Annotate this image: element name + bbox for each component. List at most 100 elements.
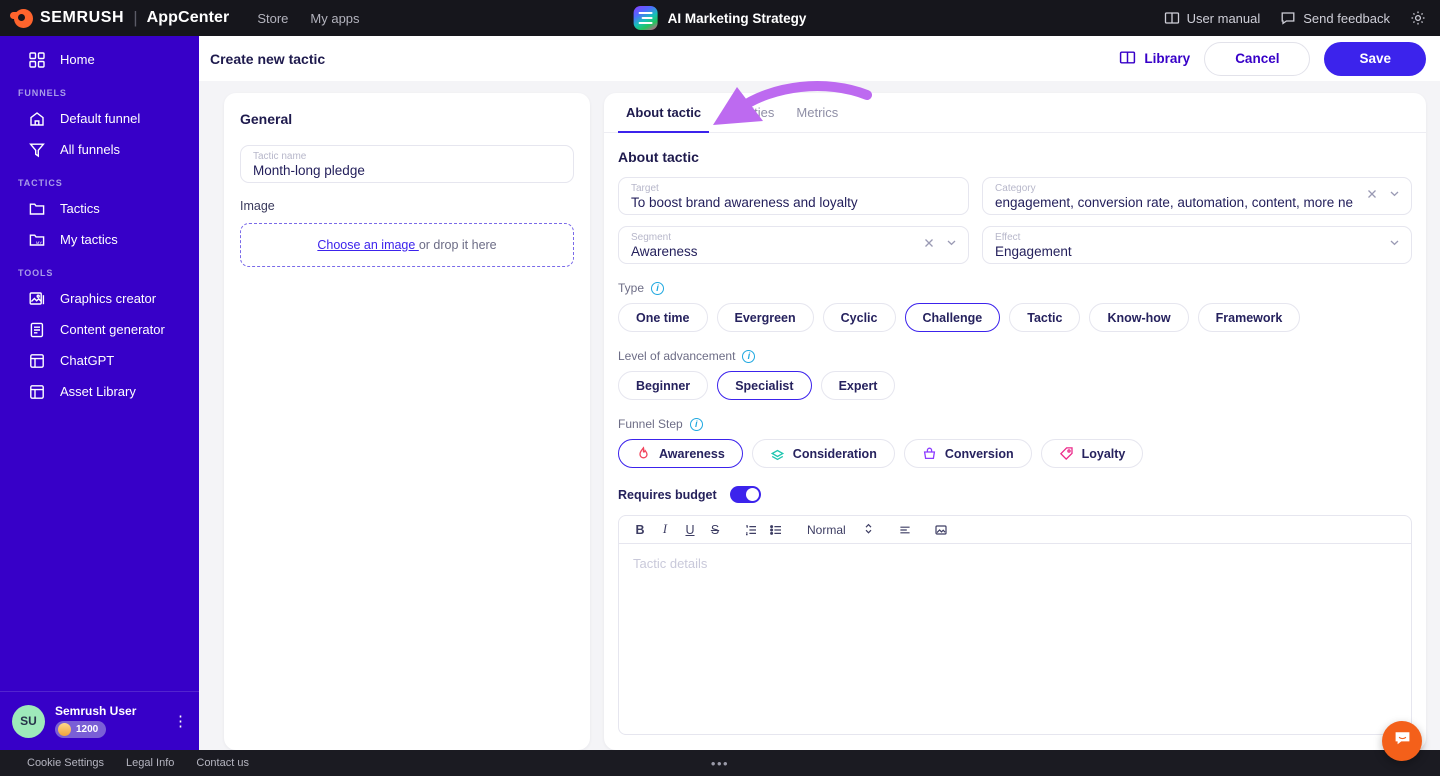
clear-icon[interactable] [923,236,935,254]
about-tactic-panel: About tactic Target To boost brand aware… [604,133,1426,750]
type-option-cyclic[interactable]: Cyclic [823,303,896,332]
info-icon[interactable]: i [742,350,755,363]
type-label: Type [618,281,644,295]
format-select[interactable]: Normal [801,522,880,538]
info-icon[interactable]: i [651,282,664,295]
gear-icon [1410,10,1426,26]
library-button[interactable]: Library [1119,49,1190,69]
target-input[interactable]: Target To boost brand awareness and loya… [618,177,969,215]
sidebar-user-panel[interactable]: SU Semrush User 1200 ⋮ [0,691,199,750]
chevron-down-icon[interactable] [945,236,958,254]
footer-link-cookie-settings[interactable]: Cookie Settings [27,757,104,769]
type-option-know-how[interactable]: Know-how [1089,303,1188,332]
credits-badge[interactable]: 1200 [55,721,106,738]
chevron-down-icon[interactable] [1388,236,1401,254]
sidebar-item-tactics[interactable]: Tactics [0,193,199,224]
bold-button[interactable]: B [629,519,651,541]
strikethrough-button[interactable]: S [704,519,726,541]
image-dropzone[interactable]: Choose an image or drop it here [240,223,574,267]
tab-metrics[interactable]: Metrics [788,93,846,133]
funnel-step-option-awareness[interactable]: Awareness [618,439,743,468]
bullet-list-icon[interactable] [765,519,787,541]
footer-link-contact-us[interactable]: Contact us [196,757,249,769]
type-option-one-time[interactable]: One time [618,303,708,332]
funnel-step-option-loyalty[interactable]: Loyalty [1041,439,1144,468]
tactic-details-textarea[interactable]: Tactic details [619,544,1411,734]
settings-button[interactable] [1410,10,1426,26]
level-option-specialist[interactable]: Specialist [717,371,811,400]
sidebar-item-asset-library[interactable]: Asset Library [0,376,199,407]
footer-link-legal-info[interactable]: Legal Info [126,757,174,769]
ordered-list-icon[interactable] [740,519,762,541]
sidebar-item-home[interactable]: Home [0,44,199,75]
sidebar-group-tactics: TACTICS [0,165,199,193]
effect-select[interactable]: Effect Engagement [982,226,1412,264]
category-select[interactable]: Category engagement, conversion rate, au… [982,177,1412,215]
sidebar-item-chatgpt[interactable]: ChatGPT [0,345,199,376]
funnel-step-label-text: Awareness [659,447,725,461]
category-label: Category [995,183,1353,194]
support-chat-button[interactable] [1382,721,1422,761]
segment-field-icons [923,236,958,254]
funnel-step-option-consideration[interactable]: Consideration [752,439,895,468]
sidebar: Home FUNNELS Default funnel All funnels [0,36,199,750]
type-option-tactic[interactable]: Tactic [1009,303,1080,332]
footer-more-icon[interactable]: ••• [711,756,729,771]
sidebar-item-graphics-creator[interactable]: Graphics creator [0,283,199,314]
kebab-menu-icon[interactable]: ⋮ [173,718,187,725]
level-option-beginner[interactable]: Beginner [618,371,708,400]
segment-select[interactable]: Segment Awareness [618,226,969,264]
user-name: Semrush User [55,704,136,718]
user-manual-label: User manual [1187,11,1261,26]
underline-button[interactable]: U [679,519,701,541]
align-icon[interactable] [894,519,916,541]
sidebar-item-content-generator[interactable]: Content generator [0,314,199,345]
nav-store[interactable]: Store [257,11,288,26]
tab-about-tactic[interactable]: About tactic [618,93,709,133]
funnel-step-option-conversion[interactable]: Conversion [904,439,1032,468]
user-manual-button[interactable]: User manual [1164,10,1261,26]
about-fields-grid: Target To boost brand awareness and loya… [618,177,1412,264]
requires-budget-toggle[interactable] [730,486,761,503]
chevron-down-icon[interactable] [1388,187,1401,205]
page-header: Create new tactic Library Cancel Save [199,36,1440,81]
nav-my-apps[interactable]: My apps [310,11,359,26]
type-option-framework[interactable]: Framework [1198,303,1301,332]
avatar: SU [12,705,45,738]
ai-marketing-strategy-app-icon [634,6,658,30]
tab-activities[interactable]: Activities [715,93,782,133]
content-row: General Tactic name Month-long pledge Im… [199,81,1440,750]
sidebar-item-my-tactics[interactable]: MY My tactics [0,224,199,255]
sidebar-group-tools: TOOLS [0,255,199,283]
funnel-step-label: Funnel Step [618,417,683,431]
sidebar-item-label: Content generator [60,322,165,337]
semrush-flame-icon [14,9,33,28]
insert-image-icon[interactable] [930,519,952,541]
about-heading: About tactic [618,149,1412,165]
info-icon[interactable]: i [690,418,703,431]
send-feedback-button[interactable]: Send feedback [1280,10,1390,26]
type-option-evergreen[interactable]: Evergreen [717,303,814,332]
dropzone-hint: or drop it here [419,238,497,252]
editor-toolbar: B I U S [619,516,1411,544]
clear-icon[interactable] [1366,187,1378,205]
brand-divider: | [133,8,137,28]
save-button[interactable]: Save [1324,42,1426,76]
layout-icon [28,383,46,401]
cancel-button[interactable]: Cancel [1204,42,1310,76]
semrush-logo[interactable]: SEMRUSH | AppCenter [14,8,229,28]
general-heading: General [240,111,574,127]
italic-button[interactable]: I [654,519,676,541]
page-title: Create new tactic [210,51,325,67]
sidebar-item-default-funnel[interactable]: Default funnel [0,103,199,134]
type-option-challenge[interactable]: Challenge [905,303,1001,332]
book-icon [1119,49,1136,69]
level-option-expert[interactable]: Expert [821,371,896,400]
tactic-name-input[interactable]: Tactic name Month-long pledge [240,145,574,183]
choose-image-link[interactable]: Choose an image [317,238,418,252]
sidebar-item-all-funnels[interactable]: All funnels [0,134,199,165]
coin-icon [58,723,71,736]
main-area: Create new tactic Library Cancel Save Ge… [199,36,1440,750]
tag-icon [1059,446,1074,461]
target-label: Target [631,183,956,194]
